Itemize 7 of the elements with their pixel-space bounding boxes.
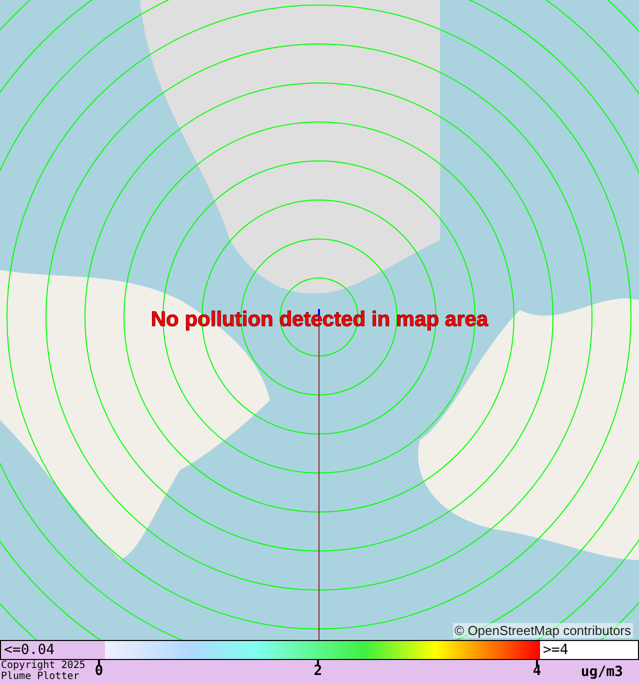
tick-label: 4 <box>532 663 542 679</box>
min-label: <=0.04 <box>1 641 105 659</box>
copyright-text: Plume Plotter <box>1 671 80 682</box>
unit-label: ug/m3 <box>580 664 623 680</box>
copyright-text: Copyright 2025 <box>1 660 86 671</box>
map-attribution: © OpenStreetMap contributors <box>452 623 633 638</box>
map-drawing[interactable] <box>0 0 639 640</box>
